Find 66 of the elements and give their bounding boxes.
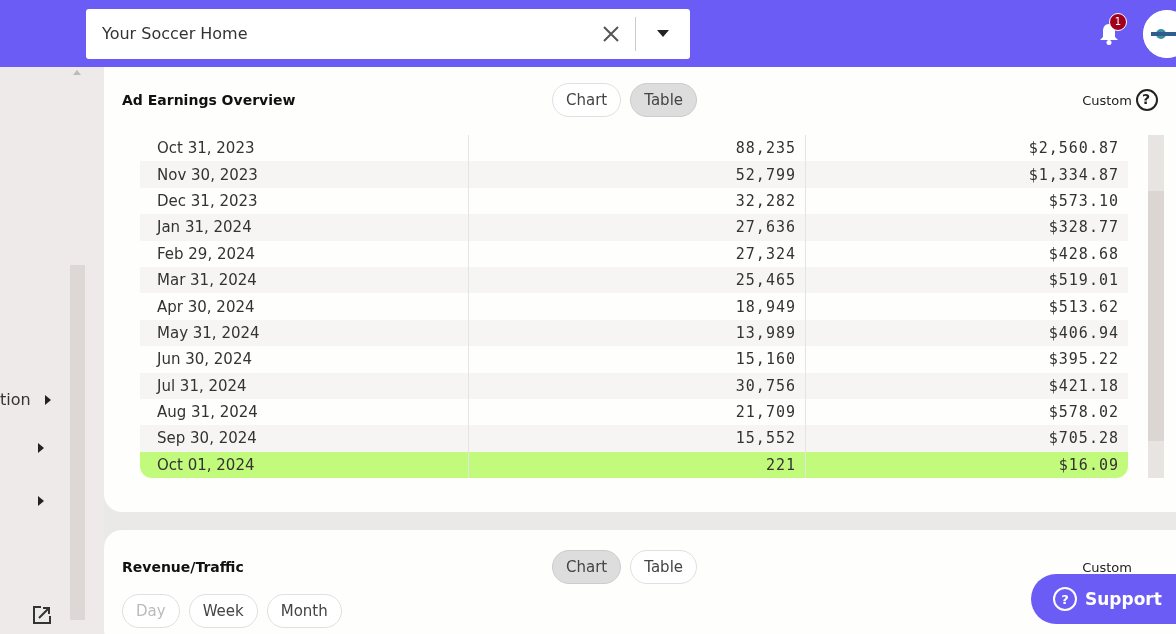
table-row[interactable]: Sep 30, 2024 15,552 $705.28 (140, 425, 1128, 452)
period-button[interactable]: Month (266, 594, 342, 629)
caret-icon[interactable] (38, 443, 44, 453)
sidebar-item[interactable]: tion (0, 390, 31, 409)
table-cell: 13,989 (468, 319, 806, 347)
table-cell: $16.09 (805, 451, 1128, 479)
scrollbar[interactable] (1148, 135, 1164, 479)
table-cell: 52,799 (468, 161, 806, 188)
table-cell: $2,560.87 (805, 135, 1128, 162)
table-cell: Mar 31, 2024 (140, 266, 469, 294)
table-cell: 18,949 (468, 293, 806, 320)
card-title: Ad Earnings Overview (122, 92, 297, 108)
table-cell: Feb 29, 2024 (140, 240, 469, 267)
table-row[interactable]: Feb 29, 2024 27,324 $428.68 (140, 240, 1128, 267)
table-row[interactable]: Jan 31, 2024 27,636 $328.77 (140, 214, 1128, 241)
table-cell: 30,756 (468, 372, 806, 399)
period-button[interactable]: Week (188, 594, 258, 629)
table-cell: $1,334.87 (805, 161, 1128, 188)
table-cell: $428.68 (805, 240, 1128, 267)
card-title: Revenue/Traffic (122, 559, 245, 576)
table-cell: 15,552 (468, 425, 806, 452)
table-cell: 221 (468, 451, 806, 479)
table-cell: Apr 30, 2024 (140, 293, 469, 320)
view-tab[interactable]: Chart (552, 550, 622, 585)
caret-icon[interactable] (44, 394, 51, 405)
table-cell: $328.77 (805, 214, 1128, 241)
notification-badge: 1 (1109, 12, 1127, 31)
table-cell: $406.94 (805, 319, 1128, 347)
table-cell: 25,465 (468, 266, 806, 294)
table-row[interactable]: May 31, 2024 13,989 $406.94 (140, 319, 1128, 347)
search-field[interactable]: Your Soccer Home (86, 8, 690, 59)
close-icon[interactable] (603, 25, 619, 42)
table-cell: 15,160 (468, 346, 806, 373)
table-row[interactable]: Mar 31, 2024 25,465 $519.01 (140, 266, 1128, 294)
support-button[interactable]: ? Support (1031, 574, 1176, 624)
range-label[interactable]: Custom (1026, 92, 1136, 108)
table-cell: $573.10 (805, 187, 1128, 215)
table-cell: Sep 30, 2024 (140, 425, 469, 452)
table-cell: Oct 01, 2024 (140, 451, 469, 479)
table-cell: $519.01 (805, 266, 1128, 294)
table-cell: $578.02 (805, 398, 1128, 426)
table-cell: $513.62 (805, 293, 1128, 320)
view-tab[interactable]: Table (630, 83, 698, 117)
table-cell: Jul 31, 2024 (140, 372, 469, 399)
help-icon[interactable] (1136, 89, 1158, 111)
table-row[interactable]: Jul 31, 2024 30,756 $421.18 (140, 372, 1128, 399)
table-cell: 27,636 (468, 214, 806, 241)
table-row[interactable]: Nov 30, 2023 52,799 $1,334.87 (140, 161, 1128, 188)
table-cell: Nov 30, 2023 (140, 161, 469, 188)
caret-icon[interactable] (38, 496, 44, 506)
table-cell: May 31, 2024 (140, 319, 469, 347)
view-tab[interactable]: Table (630, 550, 698, 585)
table-cell: Jan 31, 2024 (140, 214, 469, 241)
help-icon-glyph: ? (1142, 91, 1151, 107)
view-tab[interactable]: Chart (552, 83, 622, 117)
external-link-icon[interactable] (33, 606, 51, 624)
range-label[interactable]: Custom (1026, 559, 1136, 575)
table-cell: $421.18 (805, 372, 1128, 399)
table-cell: Jun 30, 2024 (140, 346, 469, 373)
table-cell: $705.28 (805, 425, 1128, 452)
table-cell: $395.22 (805, 346, 1128, 373)
table-row[interactable]: Apr 30, 2024 18,949 $513.62 (140, 293, 1128, 320)
table-cell: 27,324 (468, 240, 806, 267)
table-row[interactable]: Oct 01, 2024 221 $16.09 (140, 451, 1128, 479)
caret-icon[interactable] (657, 30, 669, 37)
table-row[interactable]: Jun 30, 2024 15,160 $395.22 (140, 346, 1128, 373)
